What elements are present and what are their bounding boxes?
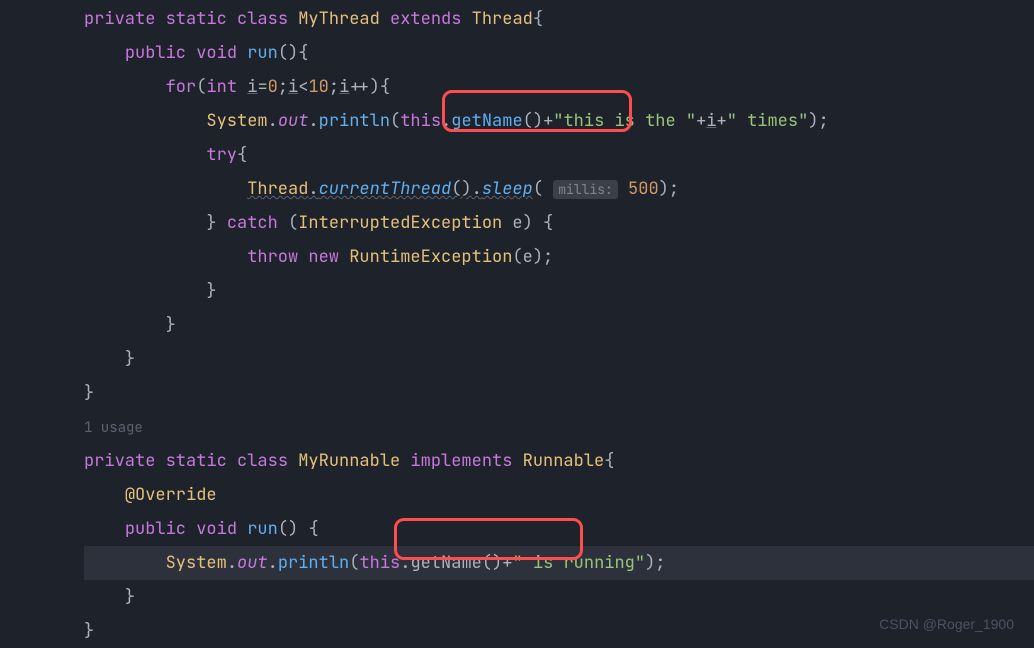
- watermark: CSDN @Roger_1900: [879, 610, 1014, 638]
- code-line: }: [84, 274, 1034, 308]
- code-line: }: [84, 580, 1034, 614]
- code-line: private static class MyRunnable implemen…: [84, 444, 1034, 478]
- code-line: }: [84, 342, 1034, 376]
- code-line: System.out.println(this.getName()+"this …: [84, 104, 1034, 138]
- code-line: public void run() {: [84, 512, 1034, 546]
- code-line: private static class MyThread extends Th…: [84, 2, 1034, 36]
- code-editor[interactable]: private static class MyThread extends Th…: [0, 2, 1034, 648]
- code-line: } catch (InterruptedException e) {: [84, 206, 1034, 240]
- code-line: public void run(){: [84, 36, 1034, 70]
- code-line: Thread.currentThread().sleep( millis: 50…: [84, 172, 1034, 206]
- code-line: @Override: [84, 478, 1034, 512]
- code-line: throw new RuntimeException(e);: [84, 240, 1034, 274]
- usage-hint[interactable]: 1 usage: [84, 410, 1034, 444]
- code-line: for(int i=0;i<10;i++){: [84, 70, 1034, 104]
- code-line: System.out.println(this.getName()+" is r…: [84, 546, 1034, 580]
- code-line: try{: [84, 138, 1034, 172]
- parameter-hint: millis:: [553, 180, 618, 199]
- code-line: }: [84, 376, 1034, 410]
- code-line: }: [84, 308, 1034, 342]
